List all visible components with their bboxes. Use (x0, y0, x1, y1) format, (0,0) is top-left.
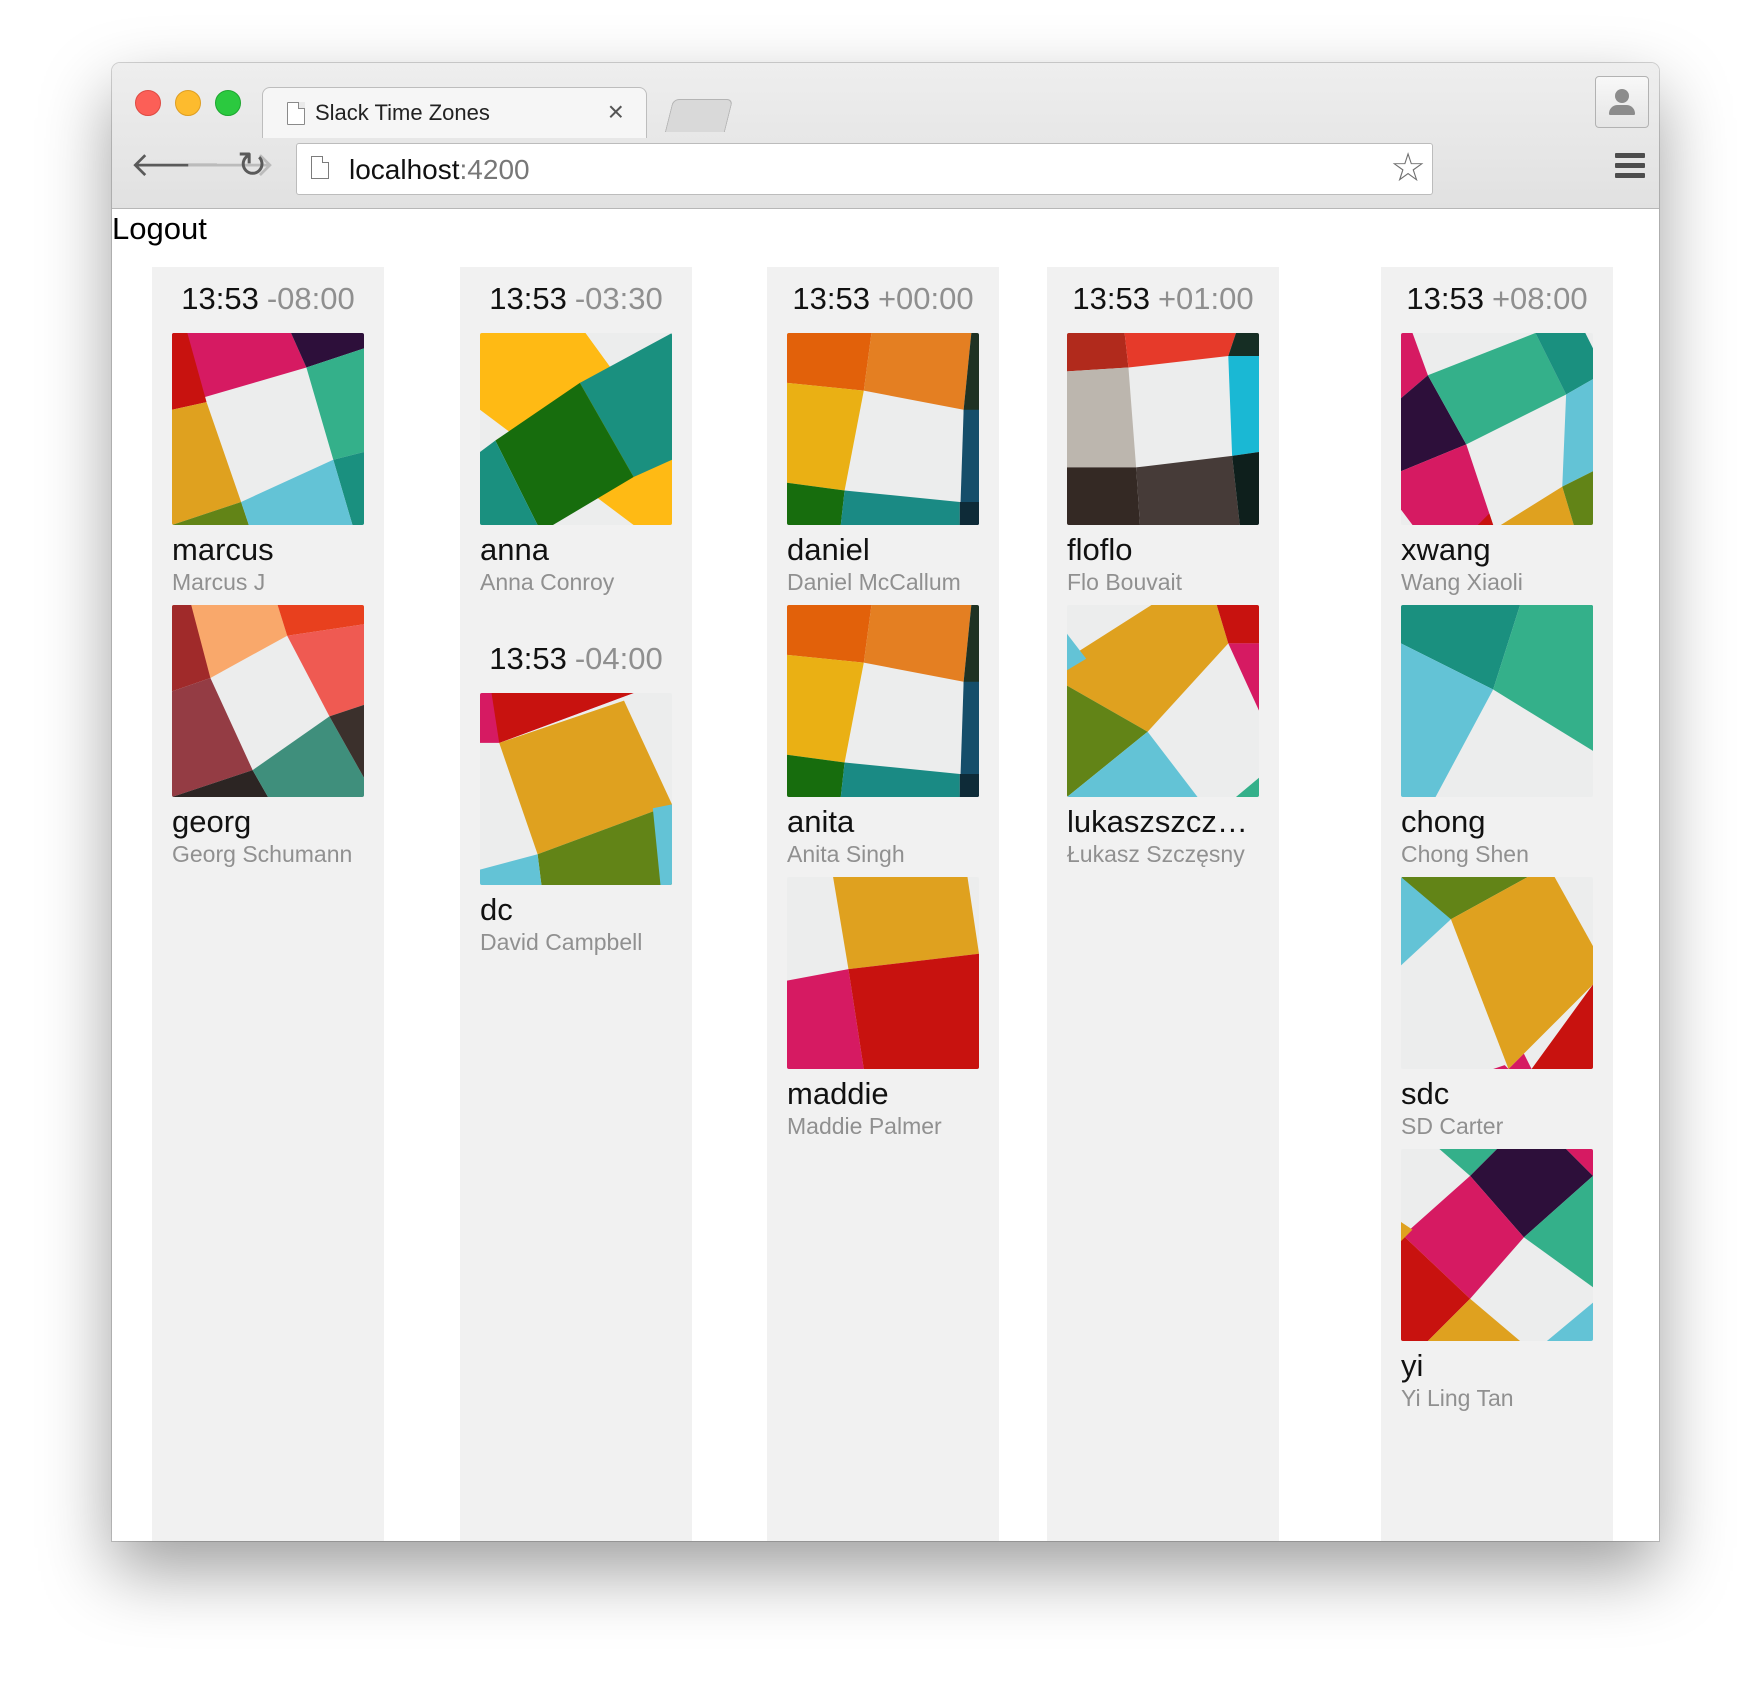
member-card[interactable]: sdc SD Carter (1401, 877, 1593, 1141)
timezone-header: 13:53 -08:00 (181, 281, 355, 316)
member-card[interactable]: lukaszszcz… Łukasz Szczęsny (1067, 605, 1259, 869)
logout-link[interactable]: Logout (112, 209, 207, 249)
member-card[interactable]: xwang Wang Xiaoli (1401, 333, 1593, 597)
avatar (787, 877, 979, 1069)
member-name: Chong Shen (1401, 841, 1529, 867)
member-username: anita (787, 805, 855, 839)
member-username: sdc (1401, 1077, 1450, 1111)
avatar (787, 605, 979, 797)
timezone-column: 13:53 +00:00 daniel Daniel McCallum anit… (767, 267, 999, 1541)
bookmark-star-icon[interactable]: ☆ (1390, 144, 1426, 192)
new-tab-button[interactable] (664, 99, 734, 132)
avatar (1401, 1149, 1593, 1341)
timezone-column: 13:53 +08:00 xwang Wang Xiaoli chong Cho… (1381, 267, 1613, 1541)
member-card[interactable]: maddie Maddie Palmer (787, 877, 979, 1141)
timezone-header: 13:53 +08:00 (1406, 281, 1588, 316)
page-icon (287, 102, 305, 125)
member-username: daniel (787, 533, 870, 567)
avatar (1401, 333, 1593, 525)
avatar (1067, 605, 1259, 797)
member-username: floflo (1067, 533, 1133, 567)
user-icon (1615, 89, 1629, 103)
member-name: Wang Xiaoli (1401, 569, 1523, 595)
member-name: Maddie Palmer (787, 1113, 942, 1139)
close-window-button[interactable] (135, 90, 161, 116)
member-name: David Campbell (480, 929, 643, 955)
member-username: xwang (1401, 533, 1491, 567)
member-username: maddie (787, 1077, 889, 1111)
timezone-header: 13:53 -03:30 (489, 281, 663, 316)
address-bar[interactable]: localhost:4200 ☆ (296, 143, 1433, 195)
avatar (172, 605, 364, 797)
member-username: georg (172, 805, 252, 839)
member-name: SD Carter (1401, 1113, 1504, 1139)
timezone-header: 13:53 +01:00 (1072, 281, 1254, 316)
avatar (172, 333, 364, 525)
reload-icon[interactable]: ↻ (237, 145, 267, 185)
member-username: yi (1401, 1349, 1424, 1383)
member-card[interactable]: georg Georg Schumann (172, 605, 364, 869)
member-username: marcus (172, 533, 274, 567)
browser-tab[interactable]: Slack Time Zones × (262, 87, 647, 138)
menu-icon[interactable] (1615, 153, 1645, 183)
member-card[interactable]: dc David Campbell (480, 693, 672, 957)
member-card[interactable]: chong Chong Shen (1401, 605, 1593, 869)
timezone-header: 13:53 +00:00 (792, 281, 974, 316)
member-card[interactable]: daniel Daniel McCallum (787, 333, 979, 597)
page-icon (311, 156, 329, 179)
member-name: Flo Bouvait (1067, 569, 1183, 595)
timezone-column: 13:53 -03:30 anna Anna Conroy 13:53 -04:00 (460, 267, 692, 1541)
avatar (480, 333, 672, 525)
minimize-window-button[interactable] (175, 90, 201, 116)
avatar (1401, 605, 1593, 797)
avatar (1067, 333, 1259, 525)
member-name: Łukasz Szczęsny (1067, 841, 1245, 867)
member-card[interactable]: marcus Marcus J (172, 333, 364, 597)
profile-button[interactable] (1595, 76, 1649, 128)
member-name: Georg Schumann (172, 841, 353, 867)
member-name: Daniel McCallum (787, 569, 961, 595)
url-text[interactable]: localhost:4200 (349, 154, 530, 186)
member-card[interactable]: anna Anna Conroy (480, 333, 672, 597)
member-name: Anna Conroy (480, 569, 615, 595)
member-username: chong (1401, 805, 1486, 839)
timezone-header: 13:53 -04:00 (489, 641, 663, 676)
avatar (480, 693, 672, 885)
avatar (1401, 877, 1593, 1069)
member-username: dc (480, 893, 513, 927)
close-tab-icon[interactable]: × (608, 96, 624, 128)
maximize-window-button[interactable] (215, 90, 241, 116)
member-card[interactable]: floflo Flo Bouvait (1067, 333, 1259, 597)
member-name: Anita Singh (787, 841, 905, 867)
member-name: Marcus J (172, 569, 266, 595)
browser-chrome: Slack Time Zones × 🡐 🡒 ↻ localhost:4200 … (112, 63, 1659, 209)
member-username: anna (480, 533, 549, 567)
member-name: Yi Ling Tan (1401, 1385, 1514, 1411)
timezone-column: 13:53 +01:00 floflo Flo Bouvait lukaszsz… (1047, 267, 1279, 1541)
member-card[interactable]: yi Yi Ling Tan (1401, 1149, 1593, 1413)
page-content: Logout 13:53 -08:00 marcus Marcus J geor… (112, 209, 1659, 1541)
browser-window: Slack Time Zones × 🡐 🡒 ↻ localhost:4200 … (112, 63, 1659, 1541)
member-username: lukaszszcz… (1067, 805, 1248, 839)
timezone-column: 13:53 -08:00 marcus Marcus J georg Georg… (152, 267, 384, 1541)
tab-title: Slack Time Zones (315, 100, 490, 125)
avatar (787, 333, 979, 525)
member-card[interactable]: anita Anita Singh (787, 605, 979, 869)
